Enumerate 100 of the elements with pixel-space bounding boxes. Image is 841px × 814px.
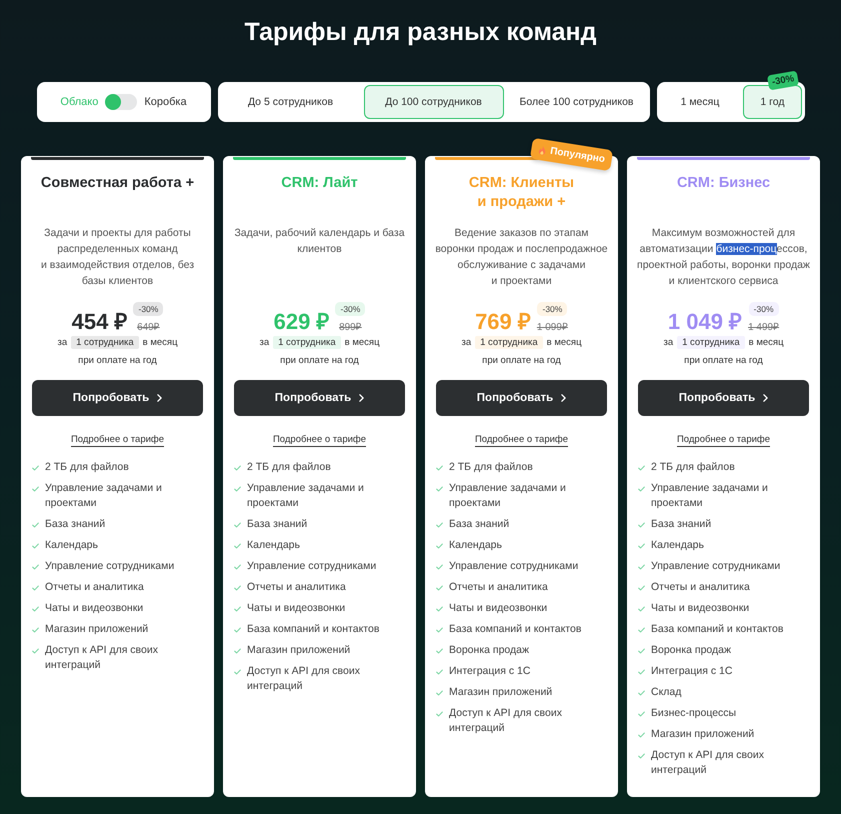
flame-icon (537, 144, 547, 156)
price-unit-label: в месяц (142, 337, 178, 348)
check-icon (436, 486, 443, 492)
check-icon (638, 585, 645, 591)
check-icon (638, 690, 645, 696)
feature-text: Отчеты и аналитика (247, 580, 346, 595)
check-icon (234, 465, 241, 471)
price: 454 ₽ (72, 309, 128, 335)
plan-description: Задачи, рабочий календарь и база клиентов (233, 226, 406, 257)
chevron-right-icon (763, 394, 768, 402)
feature-text: Воронка продаж (651, 643, 732, 658)
feature-text: 2 ТБ для файлов (449, 460, 533, 475)
feature-text: Доступ к API для своих интеграций (45, 643, 159, 673)
plan-name: CRM: Клиенты и продажи + (468, 174, 576, 212)
deployment-option[interactable]: Коробка (144, 96, 187, 108)
billing-tab[interactable]: 1 год (743, 85, 802, 119)
check-icon (436, 465, 443, 471)
page-title: Тарифы для разных команд (243, 17, 598, 48)
feature-text: Магазин приложений (45, 622, 148, 637)
team-size-tab[interactable]: До 100 сотрудников (364, 85, 504, 119)
feature-text: Управление сотрудниками (247, 559, 376, 574)
check-icon (436, 648, 443, 654)
feature-text: База компаний и контактов (651, 622, 784, 637)
check-icon (234, 627, 241, 633)
old-price: 899₽ (339, 321, 362, 333)
employee-count-chip[interactable]: 1 сотрудника (677, 336, 745, 349)
plan-details-link[interactable]: Подробнее о тарифе (272, 433, 366, 447)
billing-tab[interactable]: 1 месяц (660, 85, 740, 119)
chevron-right-icon (157, 394, 162, 402)
price-unit-label: в месяц (546, 337, 582, 348)
plan-description: Задачи и проекты для работы распределенных команд и взаимодействия отделов, без базы клиентов (40, 226, 196, 289)
chevron-right-icon (561, 394, 566, 402)
feature-text: База компаний и контактов (247, 622, 380, 637)
price-unit-label: за (663, 337, 674, 348)
discount-badge: -30% (133, 302, 164, 316)
check-icon (436, 585, 443, 591)
check-icon (638, 627, 645, 633)
feature-text: Склад (651, 685, 682, 700)
check-icon (436, 669, 443, 675)
feature-text: Управление сотрудниками (651, 559, 780, 574)
try-button[interactable]: Попробовать (436, 380, 607, 416)
price-unit-label: в месяц (748, 337, 784, 348)
employee-count-chip[interactable]: 1 сотрудника (71, 336, 139, 349)
check-icon (32, 543, 39, 549)
feature-text: Доступ к API для своих интеграций (651, 748, 765, 778)
employee-count-chip[interactable]: 1 сотрудника (273, 336, 341, 349)
employee-count-chip[interactable]: 1 сотрудника (475, 336, 543, 349)
discount-badge: -30% (748, 302, 778, 316)
feature-text: Отчеты и аналитика (449, 580, 548, 595)
check-icon (234, 585, 241, 591)
price-unit-label: за (57, 337, 68, 348)
check-icon (32, 522, 39, 528)
feature-text: Чаты и видеозвонки (247, 601, 346, 616)
feature-text: Доступ к API для своих интеграций (247, 664, 361, 694)
feature-text: Отчеты и аналитика (651, 580, 750, 595)
check-icon (436, 627, 443, 633)
popular-badge-label: Популярно (549, 146, 606, 166)
billing-note: при оплате на год (279, 354, 360, 368)
check-icon (32, 465, 39, 471)
check-icon (436, 522, 443, 528)
plan-description: Ведение заказов по этапам воронки продаж и послепродажное обслуживание с задачами и проектами (434, 226, 609, 289)
plan-details-link[interactable]: Подробнее о тарифе (474, 433, 568, 447)
discount-badge: -30% (537, 302, 568, 316)
feature-text: Бизнес-процессы (651, 706, 736, 721)
feature-text: Календарь (45, 538, 98, 553)
price: 629 ₽ (274, 309, 330, 335)
deployment-switch[interactable] (105, 94, 138, 110)
team-size-tab[interactable]: Более 100 сотрудников (506, 85, 646, 119)
feature-text: Управление задачами и проектами (651, 481, 769, 511)
plan-details-link[interactable]: Подробнее о тарифе (70, 433, 164, 447)
check-icon (234, 486, 241, 492)
try-button[interactable]: Попробовать (638, 380, 809, 416)
check-icon (32, 585, 39, 591)
feature-text: База знаний (45, 517, 106, 532)
check-icon (638, 564, 645, 570)
plan-details-link[interactable]: Подробнее о тарифе (676, 433, 770, 447)
feature-text: Управление задачами и проектами (449, 481, 567, 511)
feature-text: Управление задачами и проектами (247, 481, 365, 511)
plan-name: CRM: Лайт (280, 174, 359, 193)
feature-text: Интеграция с 1С (449, 664, 530, 679)
try-button[interactable]: Попробовать (32, 380, 203, 416)
chevron-right-icon (359, 394, 364, 402)
price-unit-label: за (259, 337, 270, 348)
feature-text: Календарь (247, 538, 300, 553)
feature-text: Управление сотрудниками (45, 559, 174, 574)
feature-text: Магазин приложений (449, 685, 552, 700)
check-icon (436, 711, 443, 717)
feature-text: Воронка продаж (449, 643, 530, 658)
plan-description: Максимум возможностей для автоматизации бизнес-процессов, проектной работы, воронки продаж и клиентского сервиса (636, 226, 811, 289)
feature-text: База знаний (449, 517, 510, 532)
team-size-tab[interactable]: До 5 сотрудников (220, 85, 360, 119)
check-icon (32, 564, 39, 570)
price: 769 ₽ (475, 309, 531, 335)
check-icon (32, 648, 39, 654)
check-icon (32, 627, 39, 633)
try-button[interactable]: Попробовать (234, 380, 405, 416)
feature-text: База знаний (247, 517, 308, 532)
feature-text: Магазин приложений (247, 643, 350, 658)
check-icon (234, 543, 241, 549)
check-icon (234, 648, 241, 654)
